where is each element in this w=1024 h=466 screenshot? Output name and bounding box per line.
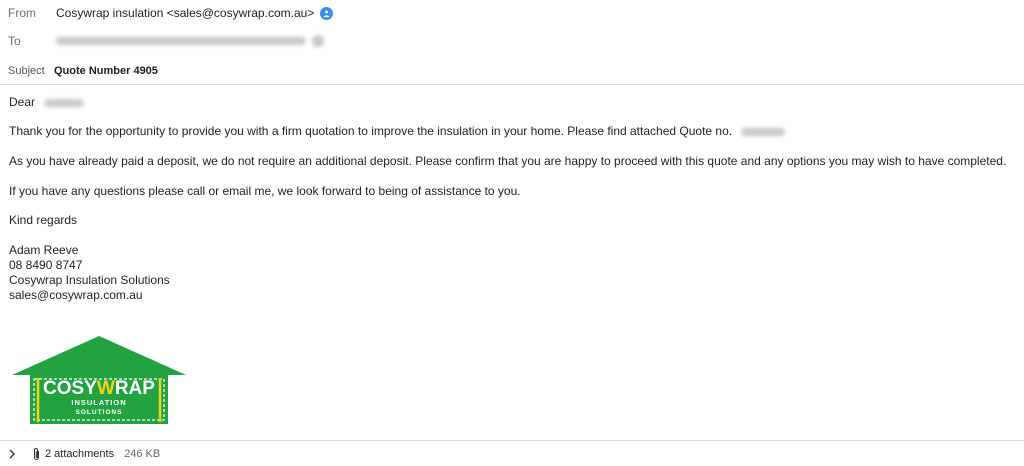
from-sender[interactable]: Cosywrap insulation <sales@cosywrap.com.…: [56, 6, 314, 20]
signature-name: Adam Reeve: [9, 243, 79, 257]
logo-roof: [12, 336, 186, 375]
redacted-quote-number: [741, 127, 786, 136]
paragraph-thanks: Thank you for the opportunity to provide…: [9, 124, 786, 138]
logo-line2: SOLUTIONS: [76, 409, 123, 416]
recipient-info-icon: [312, 35, 324, 47]
to-label: To: [8, 34, 21, 48]
redacted-name: [44, 98, 85, 107]
subject-label: Subject: [8, 64, 45, 77]
info-icon[interactable]: [320, 6, 334, 20]
paperclip-icon: [32, 447, 41, 461]
logo-line1: INSULATION: [71, 398, 126, 407]
logo-wordmark: COSYWRAP: [43, 378, 155, 399]
greeting: Dear: [9, 95, 85, 109]
subject-value: Quote Number 4905: [54, 64, 158, 77]
paragraph-deposit: As you have already paid a deposit, we d…: [9, 154, 1007, 168]
greeting-text: Dear: [9, 95, 36, 109]
subject-row: Subject Quote Number 4905: [0, 57, 1024, 85]
signature-phone[interactable]: 08 8490 8747: [9, 258, 170, 273]
signature: Adam Reeve 08 8490 8747 Cosywrap Insulat…: [9, 243, 170, 303]
attachments-size: 246 KB: [124, 447, 161, 460]
paragraph-thanks-text: Thank you for the opportunity to provide…: [9, 124, 733, 138]
chevron-right-icon[interactable]: [8, 449, 18, 459]
attachments-count[interactable]: 2 attachments: [45, 448, 114, 460]
signature-email[interactable]: sales@cosywrap.com.au: [9, 288, 170, 303]
cosywrap-logo: COSYWRAP INSULATION SOLUTIONS: [12, 336, 186, 424]
attachments-bar: 2 attachments 246 KB: [0, 440, 1024, 466]
to-recipient-redacted[interactable]: [56, 35, 324, 47]
to-row: To: [0, 28, 1024, 54]
from-value-wrap: Cosywrap insulation <sales@cosywrap.com.…: [56, 6, 334, 20]
from-label: From: [8, 6, 36, 20]
closing: Kind regards: [9, 213, 78, 227]
signature-company: Cosywrap Insulation Solutions: [9, 273, 170, 287]
redacted-recipient: [56, 37, 306, 45]
from-row: From Cosywrap insulation <sales@cosywrap…: [0, 0, 1024, 26]
paragraph-questions: If you have any questions please call or…: [9, 184, 521, 198]
